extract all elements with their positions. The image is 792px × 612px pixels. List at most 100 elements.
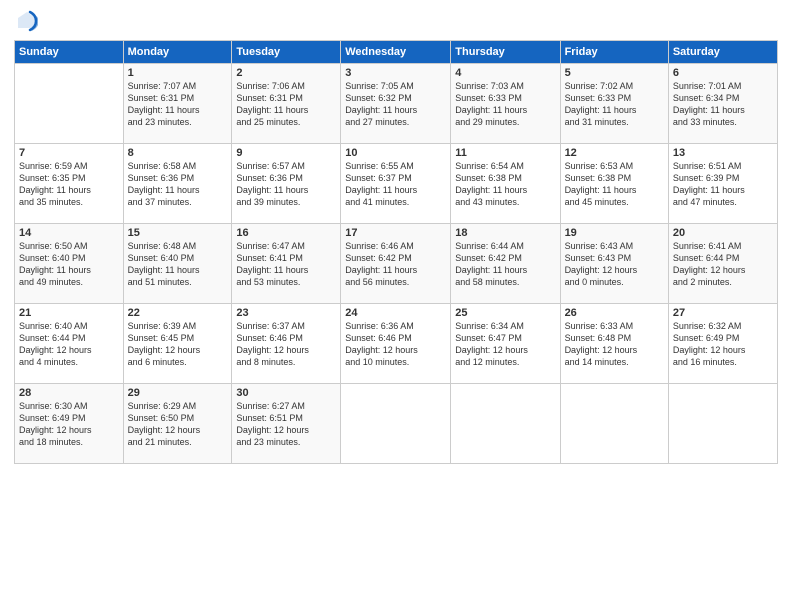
- header: [14, 10, 778, 32]
- calendar-cell: [341, 384, 451, 464]
- day-number: 5: [565, 67, 664, 79]
- day-info: Sunrise: 6:34 AMSunset: 6:47 PMDaylight:…: [455, 320, 555, 369]
- day-info: Sunrise: 6:53 AMSunset: 6:38 PMDaylight:…: [565, 160, 664, 209]
- calendar-week-row: 21Sunrise: 6:40 AMSunset: 6:44 PMDayligh…: [15, 304, 778, 384]
- calendar-cell: [15, 64, 124, 144]
- calendar-cell: 30Sunrise: 6:27 AMSunset: 6:51 PMDayligh…: [232, 384, 341, 464]
- calendar-cell: 15Sunrise: 6:48 AMSunset: 6:40 PMDayligh…: [123, 224, 232, 304]
- day-info: Sunrise: 6:55 AMSunset: 6:37 PMDaylight:…: [345, 160, 446, 209]
- calendar-cell: 4Sunrise: 7:03 AMSunset: 6:33 PMDaylight…: [451, 64, 560, 144]
- calendar-cell: 12Sunrise: 6:53 AMSunset: 6:38 PMDayligh…: [560, 144, 668, 224]
- day-number: 13: [673, 147, 773, 159]
- calendar-cell: [451, 384, 560, 464]
- calendar-cell: 27Sunrise: 6:32 AMSunset: 6:49 PMDayligh…: [668, 304, 777, 384]
- day-info: Sunrise: 6:36 AMSunset: 6:46 PMDaylight:…: [345, 320, 446, 369]
- day-info: Sunrise: 6:48 AMSunset: 6:40 PMDaylight:…: [128, 240, 228, 289]
- weekday-header: Wednesday: [341, 41, 451, 64]
- calendar-week-row: 14Sunrise: 6:50 AMSunset: 6:40 PMDayligh…: [15, 224, 778, 304]
- calendar-header-row: SundayMondayTuesdayWednesdayThursdayFrid…: [15, 41, 778, 64]
- day-info: Sunrise: 6:50 AMSunset: 6:40 PMDaylight:…: [19, 240, 119, 289]
- day-number: 18: [455, 227, 555, 239]
- day-info: Sunrise: 6:51 AMSunset: 6:39 PMDaylight:…: [673, 160, 773, 209]
- day-number: 12: [565, 147, 664, 159]
- calendar-cell: 14Sunrise: 6:50 AMSunset: 6:40 PMDayligh…: [15, 224, 124, 304]
- day-info: Sunrise: 6:40 AMSunset: 6:44 PMDaylight:…: [19, 320, 119, 369]
- day-number: 16: [236, 227, 336, 239]
- day-number: 14: [19, 227, 119, 239]
- calendar-cell: 20Sunrise: 6:41 AMSunset: 6:44 PMDayligh…: [668, 224, 777, 304]
- calendar-cell: 28Sunrise: 6:30 AMSunset: 6:49 PMDayligh…: [15, 384, 124, 464]
- calendar-cell: [560, 384, 668, 464]
- day-info: Sunrise: 6:54 AMSunset: 6:38 PMDaylight:…: [455, 160, 555, 209]
- day-info: Sunrise: 7:07 AMSunset: 6:31 PMDaylight:…: [128, 80, 228, 129]
- day-number: 20: [673, 227, 773, 239]
- weekday-header: Saturday: [668, 41, 777, 64]
- calendar-cell: 6Sunrise: 7:01 AMSunset: 6:34 PMDaylight…: [668, 64, 777, 144]
- page: SundayMondayTuesdayWednesdayThursdayFrid…: [0, 0, 792, 612]
- day-number: 9: [236, 147, 336, 159]
- day-info: Sunrise: 6:27 AMSunset: 6:51 PMDaylight:…: [236, 400, 336, 449]
- day-number: 10: [345, 147, 446, 159]
- calendar-cell: 25Sunrise: 6:34 AMSunset: 6:47 PMDayligh…: [451, 304, 560, 384]
- calendar-cell: 24Sunrise: 6:36 AMSunset: 6:46 PMDayligh…: [341, 304, 451, 384]
- day-number: 1: [128, 67, 228, 79]
- calendar-cell: 13Sunrise: 6:51 AMSunset: 6:39 PMDayligh…: [668, 144, 777, 224]
- calendar-cell: 2Sunrise: 7:06 AMSunset: 6:31 PMDaylight…: [232, 64, 341, 144]
- calendar-cell: 29Sunrise: 6:29 AMSunset: 6:50 PMDayligh…: [123, 384, 232, 464]
- day-info: Sunrise: 6:57 AMSunset: 6:36 PMDaylight:…: [236, 160, 336, 209]
- day-info: Sunrise: 7:03 AMSunset: 6:33 PMDaylight:…: [455, 80, 555, 129]
- day-info: Sunrise: 7:02 AMSunset: 6:33 PMDaylight:…: [565, 80, 664, 129]
- day-number: 11: [455, 147, 555, 159]
- logo-icon: [16, 10, 38, 32]
- calendar-cell: 1Sunrise: 7:07 AMSunset: 6:31 PMDaylight…: [123, 64, 232, 144]
- day-number: 4: [455, 67, 555, 79]
- day-number: 30: [236, 387, 336, 399]
- day-info: Sunrise: 6:47 AMSunset: 6:41 PMDaylight:…: [236, 240, 336, 289]
- calendar-cell: 8Sunrise: 6:58 AMSunset: 6:36 PMDaylight…: [123, 144, 232, 224]
- calendar-cell: 10Sunrise: 6:55 AMSunset: 6:37 PMDayligh…: [341, 144, 451, 224]
- calendar-cell: 21Sunrise: 6:40 AMSunset: 6:44 PMDayligh…: [15, 304, 124, 384]
- calendar-cell: 3Sunrise: 7:05 AMSunset: 6:32 PMDaylight…: [341, 64, 451, 144]
- weekday-header: Thursday: [451, 41, 560, 64]
- weekday-header: Monday: [123, 41, 232, 64]
- calendar-cell: 16Sunrise: 6:47 AMSunset: 6:41 PMDayligh…: [232, 224, 341, 304]
- day-info: Sunrise: 6:58 AMSunset: 6:36 PMDaylight:…: [128, 160, 228, 209]
- day-number: 7: [19, 147, 119, 159]
- day-number: 15: [128, 227, 228, 239]
- day-info: Sunrise: 6:44 AMSunset: 6:42 PMDaylight:…: [455, 240, 555, 289]
- day-info: Sunrise: 6:46 AMSunset: 6:42 PMDaylight:…: [345, 240, 446, 289]
- day-info: Sunrise: 6:43 AMSunset: 6:43 PMDaylight:…: [565, 240, 664, 289]
- day-number: 27: [673, 307, 773, 319]
- calendar-cell: 11Sunrise: 6:54 AMSunset: 6:38 PMDayligh…: [451, 144, 560, 224]
- calendar-cell: 7Sunrise: 6:59 AMSunset: 6:35 PMDaylight…: [15, 144, 124, 224]
- weekday-header: Sunday: [15, 41, 124, 64]
- day-number: 19: [565, 227, 664, 239]
- day-number: 26: [565, 307, 664, 319]
- day-info: Sunrise: 7:06 AMSunset: 6:31 PMDaylight:…: [236, 80, 336, 129]
- day-info: Sunrise: 6:33 AMSunset: 6:48 PMDaylight:…: [565, 320, 664, 369]
- day-number: 28: [19, 387, 119, 399]
- calendar-cell: [668, 384, 777, 464]
- day-number: 21: [19, 307, 119, 319]
- calendar-cell: 17Sunrise: 6:46 AMSunset: 6:42 PMDayligh…: [341, 224, 451, 304]
- day-info: Sunrise: 6:39 AMSunset: 6:45 PMDaylight:…: [128, 320, 228, 369]
- day-info: Sunrise: 6:32 AMSunset: 6:49 PMDaylight:…: [673, 320, 773, 369]
- calendar-cell: 18Sunrise: 6:44 AMSunset: 6:42 PMDayligh…: [451, 224, 560, 304]
- day-info: Sunrise: 6:29 AMSunset: 6:50 PMDaylight:…: [128, 400, 228, 449]
- calendar-week-row: 1Sunrise: 7:07 AMSunset: 6:31 PMDaylight…: [15, 64, 778, 144]
- day-number: 24: [345, 307, 446, 319]
- calendar-week-row: 7Sunrise: 6:59 AMSunset: 6:35 PMDaylight…: [15, 144, 778, 224]
- calendar-week-row: 28Sunrise: 6:30 AMSunset: 6:49 PMDayligh…: [15, 384, 778, 464]
- weekday-header: Tuesday: [232, 41, 341, 64]
- day-info: Sunrise: 6:41 AMSunset: 6:44 PMDaylight:…: [673, 240, 773, 289]
- calendar-cell: 23Sunrise: 6:37 AMSunset: 6:46 PMDayligh…: [232, 304, 341, 384]
- calendar-cell: 5Sunrise: 7:02 AMSunset: 6:33 PMDaylight…: [560, 64, 668, 144]
- day-number: 29: [128, 387, 228, 399]
- calendar-cell: 19Sunrise: 6:43 AMSunset: 6:43 PMDayligh…: [560, 224, 668, 304]
- calendar-table: SundayMondayTuesdayWednesdayThursdayFrid…: [14, 40, 778, 464]
- day-number: 3: [345, 67, 446, 79]
- logo: [14, 10, 38, 32]
- calendar-cell: 26Sunrise: 6:33 AMSunset: 6:48 PMDayligh…: [560, 304, 668, 384]
- calendar-cell: 9Sunrise: 6:57 AMSunset: 6:36 PMDaylight…: [232, 144, 341, 224]
- day-number: 17: [345, 227, 446, 239]
